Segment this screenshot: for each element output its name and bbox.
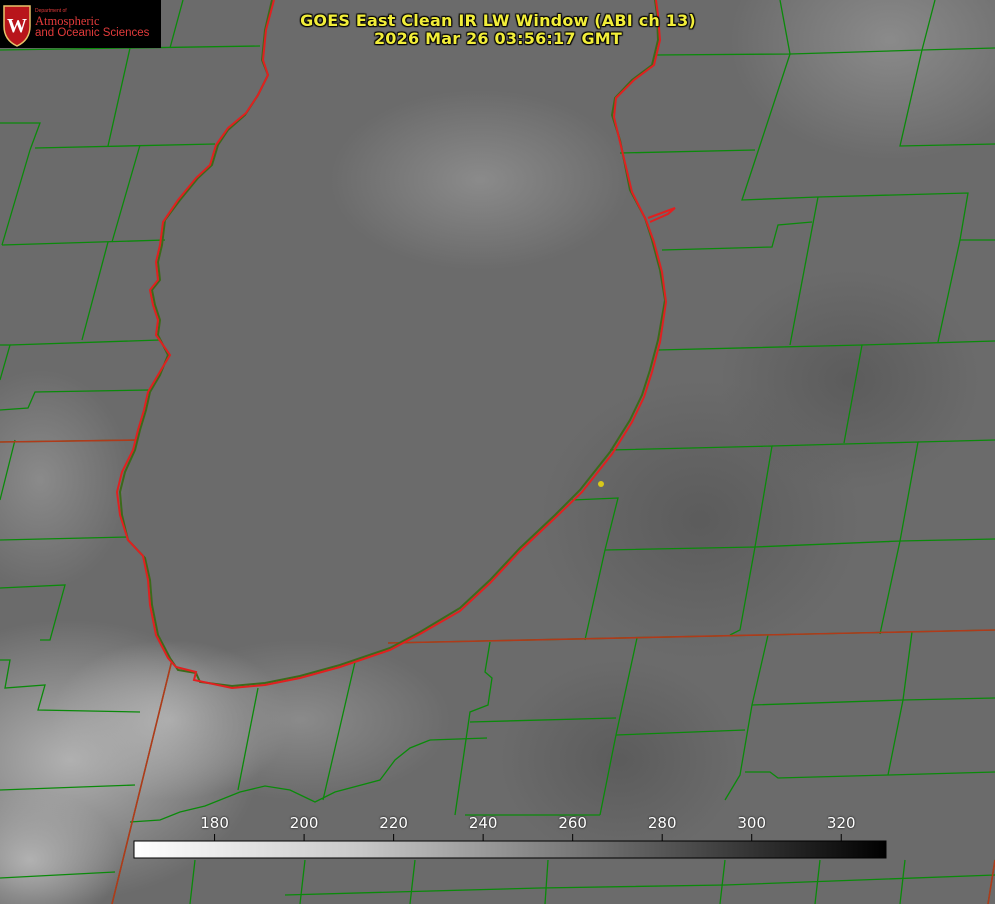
- location-marker: [598, 481, 604, 487]
- ir-background: [0, 0, 995, 904]
- colorbar-tick-label: 240: [468, 814, 498, 832]
- svg-text:W: W: [7, 15, 27, 37]
- colorbar-tick-label: 200: [289, 814, 319, 832]
- logo-line2: and Oceanic Sciences: [35, 27, 150, 39]
- colorbar-tick-label: 320: [826, 814, 856, 832]
- colorbar-tick-label: 220: [379, 814, 408, 832]
- colorbar-gradient: [133, 840, 887, 859]
- colorbar-tick-label: 260: [558, 814, 587, 832]
- colorbar-tick-label: 300: [737, 814, 767, 832]
- map-timestamp: 2026 Mar 26 03:56:17 GMT: [373, 29, 623, 48]
- aos-logo: W Department of Atmospheric and Oceanic …: [0, 0, 161, 48]
- colorbar-tick-label: 280: [647, 814, 677, 832]
- ir-map-canvas: [0, 0, 995, 904]
- map-title: GOES East Clean IR LW Window (ABI ch 13): [300, 11, 696, 30]
- uw-crest-icon: W: [3, 5, 31, 47]
- colorbar-tick-label: 180: [200, 814, 229, 832]
- satellite-map: W Department of Atmospheric and Oceanic …: [0, 0, 995, 904]
